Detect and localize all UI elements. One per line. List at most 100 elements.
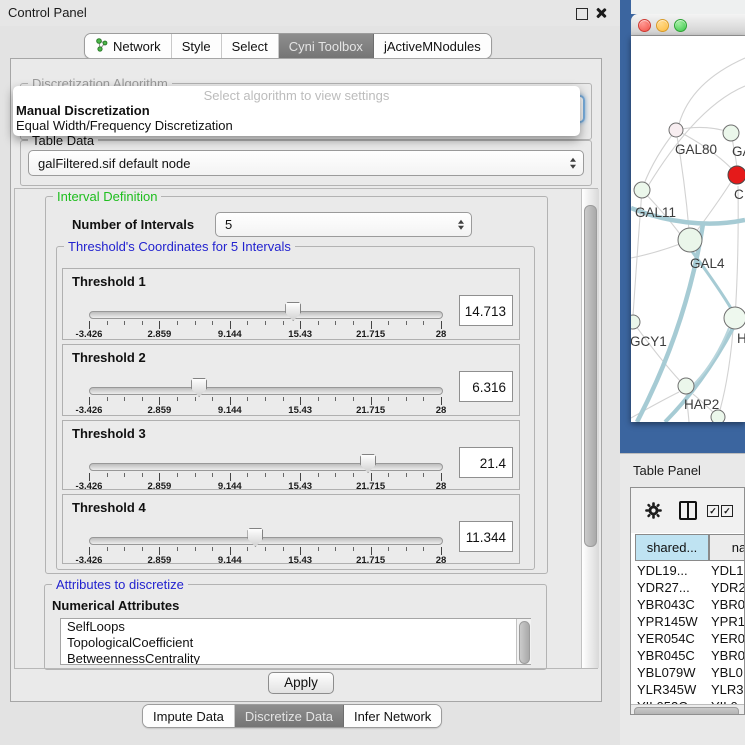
network-node-hap2[interactable] <box>678 378 694 394</box>
tick-label: 9.144 <box>218 405 242 416</box>
attributes-scrollbar[interactable] <box>516 619 531 664</box>
tab-discretize-data[interactable]: Discretize Data <box>235 705 344 727</box>
numerical-attribute-item[interactable]: TopologicalCoefficient <box>61 635 530 651</box>
network-node-c[interactable] <box>728 166 745 184</box>
threshold-value-input[interactable]: 14.713 <box>459 295 513 326</box>
tab-impute-data[interactable]: Impute Data <box>143 705 235 727</box>
slider-tick <box>195 397 196 401</box>
slider-tick <box>388 473 389 477</box>
tick-label: 21.715 <box>356 405 385 416</box>
tab-jactivemnodules[interactable]: jActiveMNodules <box>374 34 491 58</box>
slider-tick <box>212 321 213 325</box>
network-node-ga[interactable] <box>723 125 739 141</box>
slider-tick <box>195 547 196 551</box>
table-panel: Table Panel <box>620 453 745 745</box>
numerical-attribute-item[interactable]: SelfLoops <box>61 619 530 635</box>
close-panel-icon[interactable] <box>595 7 607 19</box>
threshold-value-input[interactable]: 11.344 <box>459 521 513 552</box>
table-data-select[interactable]: galFiltered.sif default node <box>28 150 584 176</box>
tick-label: 2.859 <box>148 329 172 340</box>
slider-tick <box>283 473 284 477</box>
threshold-label: Threshold 4 <box>72 500 146 515</box>
numerical-attributes-list[interactable]: SelfLoopsTopologicalCoefficientBetweenne… <box>60 618 531 665</box>
slider-tick <box>441 473 442 481</box>
slider-tick <box>406 321 407 325</box>
tab-select[interactable]: Select <box>222 34 279 58</box>
threshold-value-input[interactable]: 21.4 <box>459 447 513 478</box>
attributes-scrollbar-thumb[interactable] <box>519 621 530 664</box>
slider-tick <box>177 321 178 325</box>
slider-tick <box>89 321 90 329</box>
network-canvas[interactable]: GAL80GACGAL11GAL4GCY1HHAP2 <box>631 36 745 422</box>
slider-tick <box>318 321 319 325</box>
slider-tick <box>318 473 319 477</box>
checkbox-icon[interactable]: ✓ <box>707 505 719 517</box>
bottom-tab-strip: Impute Data Discretize DataInfer Network <box>142 704 442 728</box>
slider-tick <box>195 473 196 477</box>
network-node-gal11[interactable] <box>634 182 650 198</box>
zoom-window-icon[interactable] <box>674 19 687 32</box>
table-cell: YLR3 <box>711 681 745 698</box>
numerical-attribute-item[interactable]: BetweennessCentrality <box>61 651 530 665</box>
slider-tick <box>107 473 108 477</box>
tab-infer-network[interactable]: Infer Network <box>344 705 441 727</box>
slider-tick <box>124 547 125 551</box>
table-data-value: galFiltered.sif default node <box>38 156 190 171</box>
network-node-gcy1[interactable] <box>631 315 640 329</box>
tab-network[interactable]: Network <box>85 34 172 58</box>
tab-label: Style <box>182 39 211 54</box>
tab-label: Impute Data <box>153 709 224 724</box>
threshold-value-input[interactable]: 6.316 <box>459 371 513 402</box>
slider-tick <box>247 473 248 477</box>
tick-label: 21.715 <box>356 555 385 566</box>
slider-tick <box>441 397 442 405</box>
slider-tick <box>441 547 442 555</box>
slider-tick <box>212 397 213 401</box>
algorithm-option-equal-width-frequency-discretization[interactable]: Equal Width/Frequency Discretization <box>13 118 580 133</box>
threshold-panel-3: Threshold 3-3.4262.8599.14415.4321.71528… <box>62 420 520 490</box>
checkbox-icon[interactable]: ✓ <box>721 505 733 517</box>
network-node-gal80[interactable] <box>669 123 683 137</box>
apply-button[interactable]: Apply <box>268 672 334 694</box>
num-intervals-select[interactable]: 5 <box>215 212 472 237</box>
slider-tick <box>353 321 354 325</box>
network-icon <box>95 38 108 55</box>
network-node-gal4[interactable] <box>678 228 702 252</box>
tick-label: 15.43 <box>288 555 312 566</box>
panel-scrollbar-thumb[interactable] <box>584 205 597 547</box>
minimize-window-icon[interactable] <box>656 19 669 32</box>
slider-track[interactable] <box>89 387 443 395</box>
tab-style[interactable]: Style <box>172 34 222 58</box>
node-label: GA <box>732 144 745 159</box>
table-row[interactable]: YBR045CYBR0 <box>631 647 745 664</box>
table-row[interactable]: YBR043CYBR0 <box>631 596 745 613</box>
network-node-h[interactable] <box>724 307 745 329</box>
tab-cyni-toolbox[interactable]: Cyni Toolbox <box>279 34 374 58</box>
panel-scrollbar[interactable] <box>581 189 599 668</box>
gear-icon[interactable] <box>645 502 662 519</box>
table-row[interactable]: YDL19...YDL1 <box>631 562 745 579</box>
tick-label: 9.144 <box>218 329 242 340</box>
tick-label: -3.426 <box>76 329 103 340</box>
column-header-2[interactable]: na <box>709 534 745 561</box>
slider-track[interactable] <box>89 537 443 545</box>
close-window-icon[interactable] <box>638 19 651 32</box>
columns-icon[interactable] <box>679 501 697 520</box>
table-row[interactable]: YDR27...YDR2 <box>631 579 745 596</box>
table-hscrollbar-thumb[interactable] <box>634 707 739 715</box>
tick-label: 15.43 <box>288 481 312 492</box>
table-row[interactable]: YER054CYER0 <box>631 630 745 647</box>
table-hscrollbar[interactable] <box>631 704 744 715</box>
column-header-1[interactable]: shared... <box>635 534 709 561</box>
table-row[interactable]: YPR145WYPR1 <box>631 613 745 630</box>
table-row[interactable]: YBL079WYBL0 <box>631 664 745 681</box>
float-panel-icon[interactable] <box>576 8 588 20</box>
slider-tick <box>371 321 372 329</box>
network-node[interactable] <box>711 410 725 422</box>
slider-tick <box>423 473 424 477</box>
tick-label: 2.859 <box>148 481 172 492</box>
algorithm-option-manual-discretization[interactable]: Manual Discretization <box>13 103 580 118</box>
slider-track[interactable] <box>89 311 443 319</box>
slider-track[interactable] <box>89 463 443 471</box>
table-row[interactable]: YLR345WYLR3 <box>631 681 745 698</box>
